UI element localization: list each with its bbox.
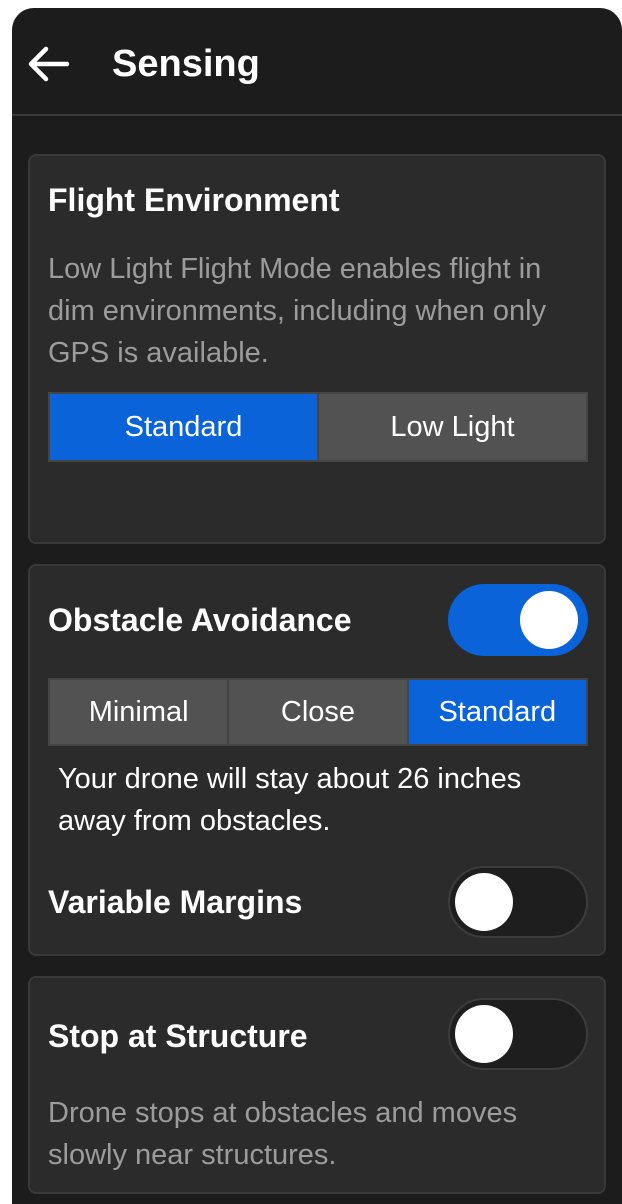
toggle-knob — [455, 873, 513, 931]
obstacle-avoidance-title: Obstacle Avoidance — [48, 602, 352, 638]
obstacle-avoidance-card: Obstacle Avoidance Minimal Close Standar… — [28, 564, 606, 956]
option-standard[interactable]: Standard — [408, 680, 586, 744]
sensing-screen: Sensing Flight Environment Low Light Fli… — [12, 8, 622, 1204]
toggle-knob — [455, 1005, 513, 1063]
page-title: Sensing — [112, 43, 260, 85]
option-standard[interactable]: Standard — [50, 394, 317, 460]
back-arrow-icon[interactable] — [26, 46, 70, 82]
header: Sensing — [12, 8, 622, 116]
variable-margins-label: Variable Margins — [48, 884, 303, 920]
flight-environment-selector: Standard Low Light — [48, 392, 588, 462]
variable-margins-toggle[interactable] — [448, 866, 588, 938]
toggle-knob — [520, 591, 578, 649]
flight-environment-card: Flight Environment Low Light Flight Mode… — [28, 154, 606, 544]
obstacle-avoidance-toggle[interactable] — [448, 584, 588, 656]
option-minimal[interactable]: Minimal — [50, 680, 228, 744]
stop-at-structure-title: Stop at Structure — [48, 1018, 308, 1054]
stop-at-structure-toggle[interactable] — [448, 998, 588, 1070]
stop-at-structure-card: Stop at Structure Drone stops at obstacl… — [28, 976, 606, 1194]
obstacle-distance-description: Your drone will stay about 26 inches awa… — [58, 763, 522, 837]
obstacle-distance-selector: Minimal Close Standard — [48, 678, 588, 746]
option-close[interactable]: Close — [229, 680, 407, 744]
option-low-light[interactable]: Low Light — [319, 394, 586, 460]
stop-at-structure-description: Drone stops at obstacles and moves slowl… — [48, 1097, 518, 1171]
flight-environment-title: Flight Environment — [48, 182, 340, 218]
flight-environment-description: Low Light Flight Mode enables flight in … — [48, 253, 547, 369]
